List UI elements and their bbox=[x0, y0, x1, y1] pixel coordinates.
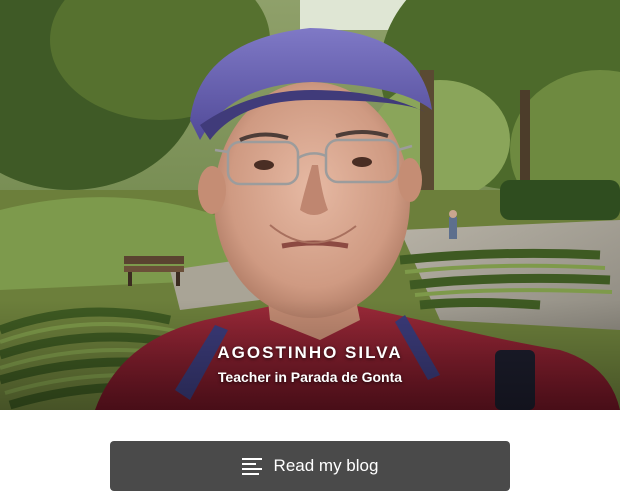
read-blog-button[interactable]: Read my blog bbox=[110, 441, 510, 491]
profile-subtitle: Teacher in Parada de Gonta bbox=[217, 369, 403, 385]
read-blog-label: Read my blog bbox=[273, 456, 379, 475]
blog-lines-icon bbox=[241, 457, 262, 475]
profile-name: AGOSTINHO SILVA bbox=[217, 343, 403, 362]
profile-caption: AGOSTINHO SILVA Teacher in Parada de Gon… bbox=[0, 340, 620, 388]
profile-card: AGOSTINHO SILVA Teacher in Parada de Gon… bbox=[0, 0, 620, 499]
profile-photo: AGOSTINHO SILVA Teacher in Parada de Gon… bbox=[0, 0, 620, 410]
